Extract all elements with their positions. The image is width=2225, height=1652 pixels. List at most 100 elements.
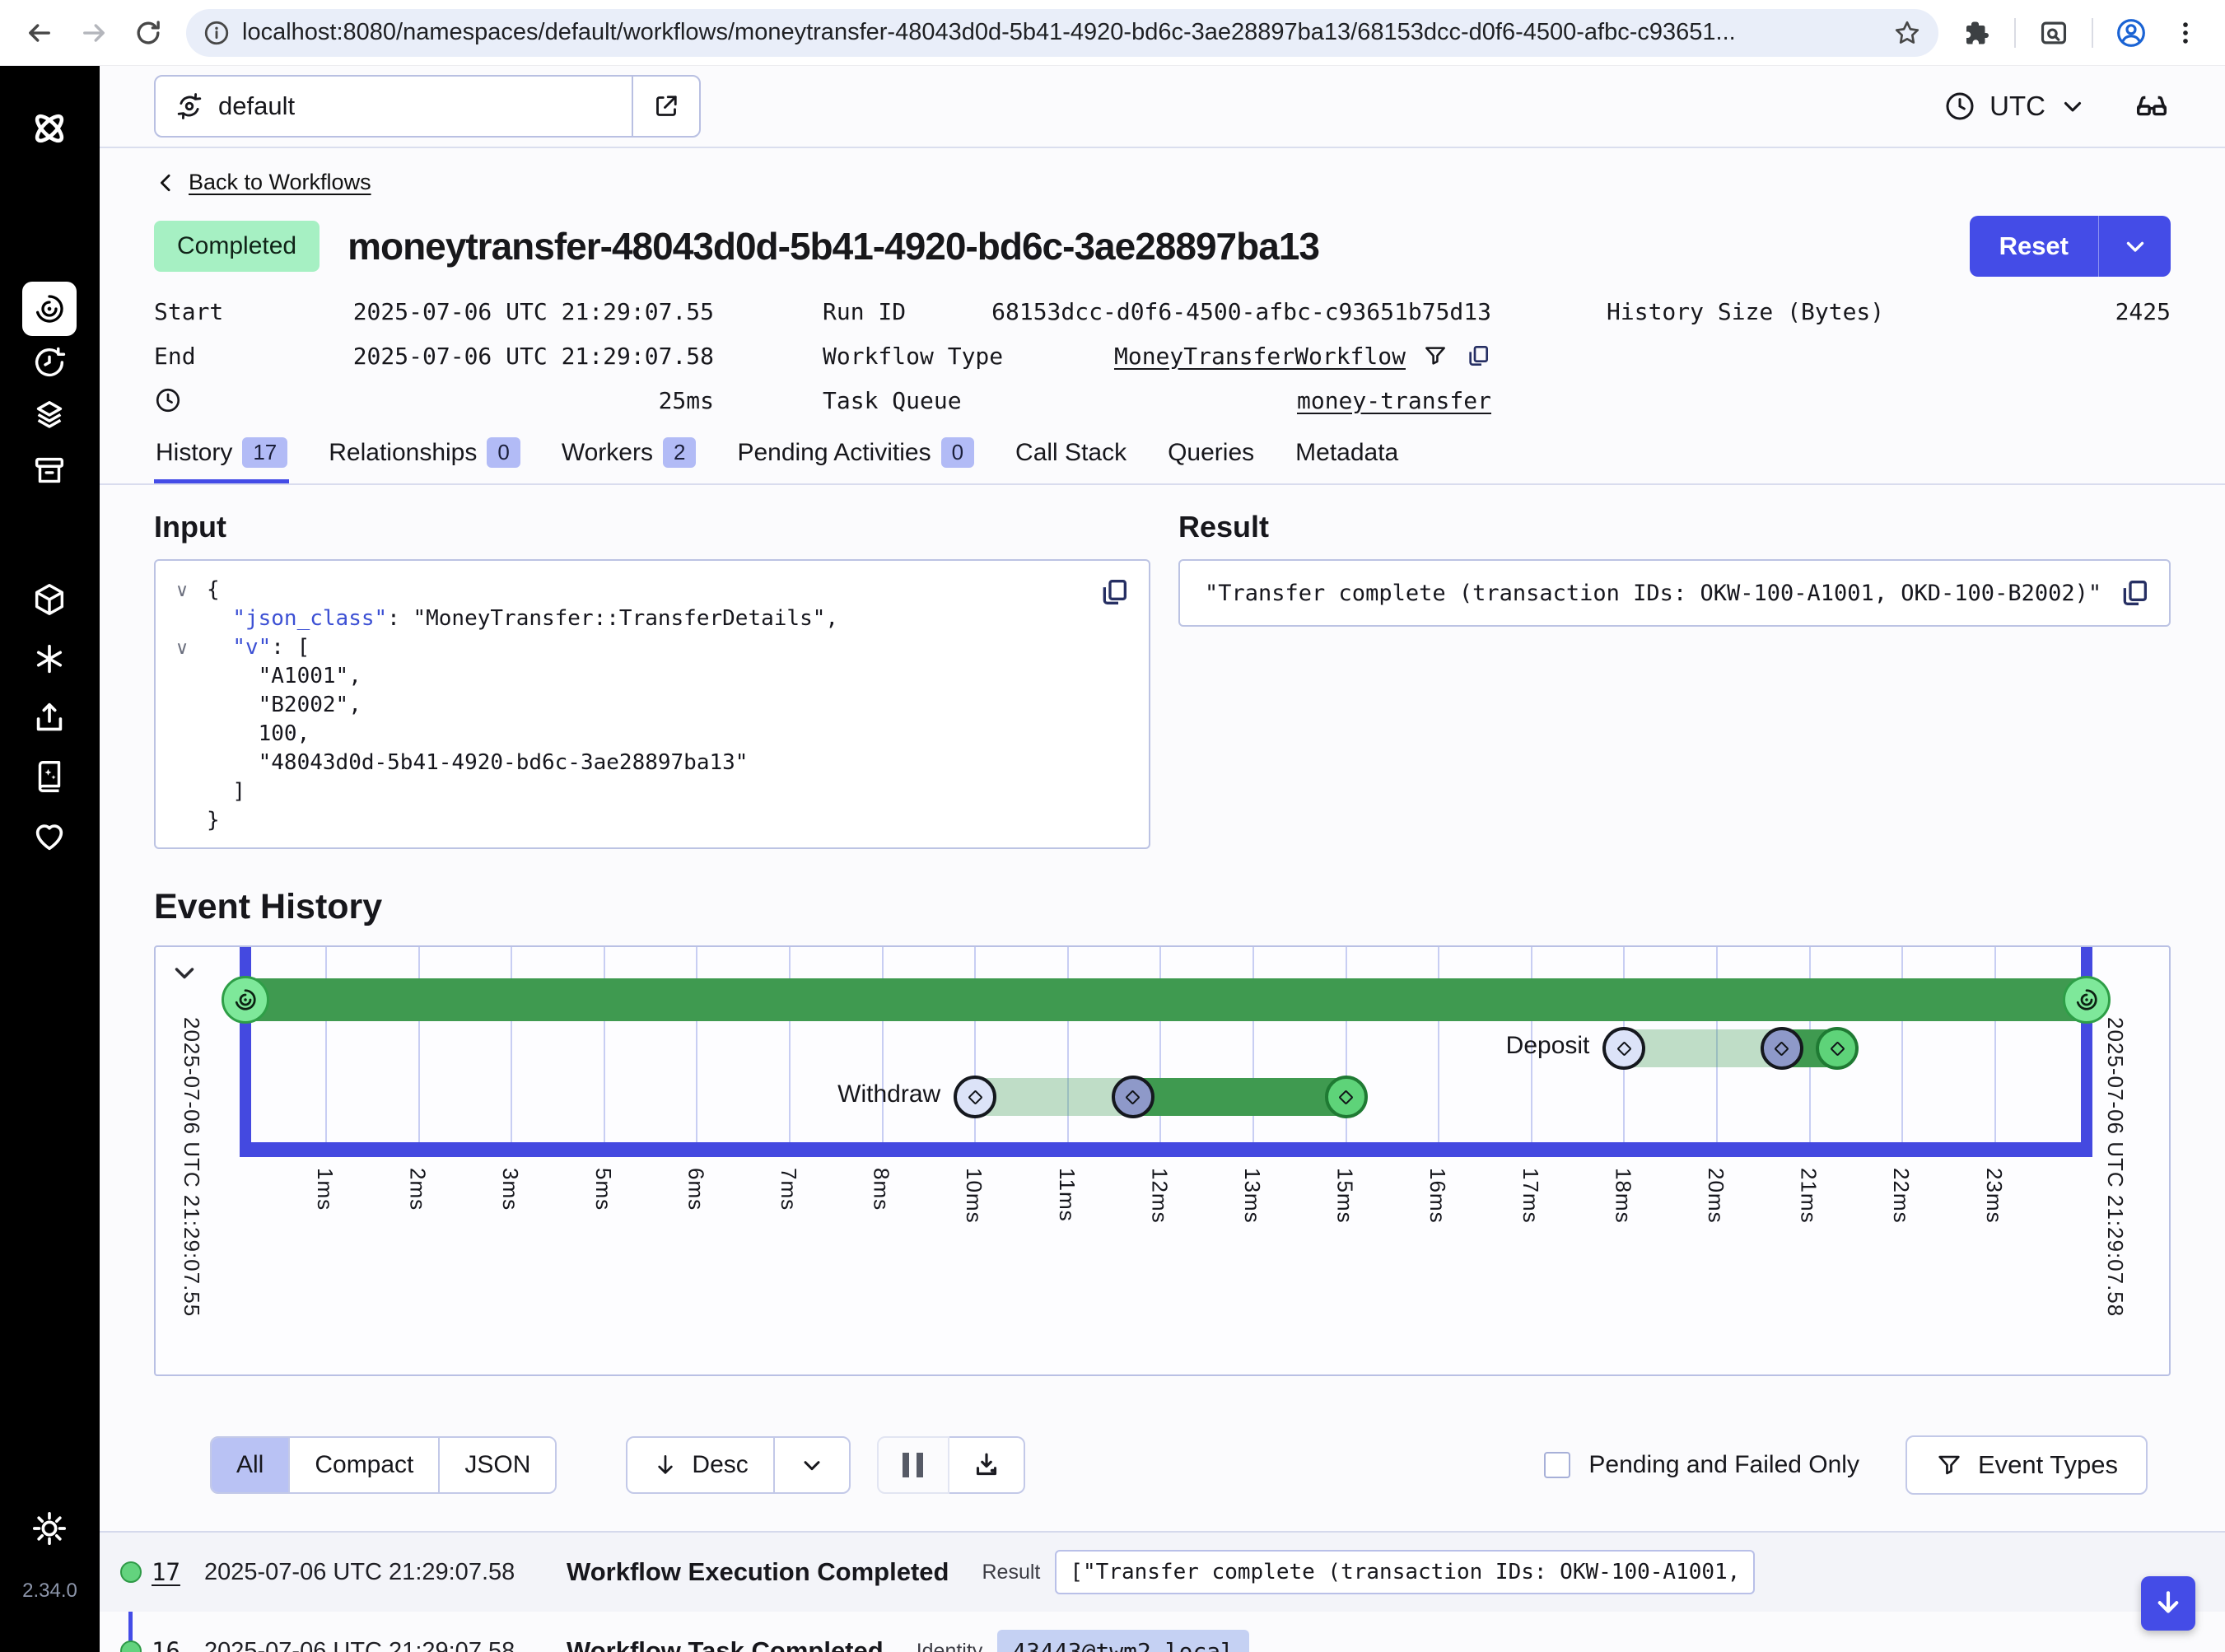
code-line: ∨{ [175,576,1129,604]
sort-desc-button[interactable]: Desc [627,1438,772,1492]
address-bar[interactable]: localhost:8080/namespaces/default/workfl… [186,9,1938,57]
app-version: 2.34.0 [0,1580,100,1603]
sidebar-item-archive[interactable] [30,452,68,490]
sidebar-item-stack-layers[interactable] [30,397,68,435]
view-option-json[interactable]: JSON [438,1438,555,1492]
download-history-button[interactable] [949,1436,1025,1494]
clock-icon [1943,90,1976,123]
scroll-to-bottom-button[interactable] [2141,1576,2195,1631]
event-row[interactable]: 16 2025-07-06 UTC 21:29:07.58 Workflow T… [100,1612,2225,1652]
timeline-collapse-chevron-icon[interactable] [169,957,200,988]
profile-icon[interactable] [2115,16,2148,49]
timezone-picker[interactable]: UTC [1943,90,2087,123]
diamond-icon [1616,1041,1631,1056]
copy-icon[interactable] [1465,343,1491,369]
collapse-chevron-icon[interactable]: ∨ [175,576,207,604]
namespace-external-link-icon[interactable] [632,77,699,136]
namespace-selector-main[interactable]: default [156,91,632,122]
event-detail-value: ["Transfer complete (transaction IDs: OK… [1055,1550,1755,1594]
start-value: 2025-07-06 UTC 21:29:07.55 [353,298,714,325]
timeline-gridline [511,947,512,1144]
pending-failed-only-checkbox[interactable] [1544,1452,1570,1478]
timeline-tick-label: 17ms [1518,1168,1543,1224]
tab-workers[interactable]: Workers2 [560,431,698,483]
copy-icon[interactable] [2118,576,2151,609]
activity-scheduled-marker[interactable] [1602,1027,1645,1070]
activity-completed-marker[interactable] [1325,1076,1368,1118]
workflow-end-marker[interactable] [2063,976,2111,1024]
browser-reload-icon[interactable] [132,16,165,49]
theme-sun-icon[interactable] [30,1510,68,1547]
chevron-down-icon [799,1452,825,1478]
timeline-gridline [696,947,697,1144]
pending-failed-only-label[interactable]: Pending and Failed Only [1588,1451,1859,1479]
activity-scheduled-marker[interactable] [954,1076,996,1118]
activity-started-marker[interactable] [1112,1076,1154,1118]
timezone-label: UTC [1989,91,2045,122]
code-line: "json_class": "MoneyTransfer::TransferDe… [175,604,1129,633]
sidebar-item-import[interactable] [30,699,68,737]
site-info-icon[interactable] [203,19,231,47]
chevron-down-icon [2059,92,2087,120]
tab-search-panel-icon[interactable] [2037,16,2070,49]
event-types-button[interactable]: Event Types [1905,1435,2148,1495]
tab-queries[interactable]: Queries [1166,431,1256,483]
timeline-tick-label: 12ms [1146,1168,1172,1224]
chevron-down-icon [2121,232,2149,260]
browser-forward-icon[interactable] [77,16,110,49]
extensions-icon[interactable] [1960,16,1993,49]
timeline-gridline [882,947,884,1144]
browser-menu-icon[interactable] [2169,16,2202,49]
input-code-block: ∨{ "json_class": "MoneyTransfer::Transfe… [154,559,1150,849]
namespace-selector[interactable]: default [154,75,701,138]
workflow-execution-bar [245,978,2087,1021]
timeline-gridline [604,947,605,1144]
tab-metadata[interactable]: Metadata [1294,431,1400,483]
tab-pending-activities[interactable]: Pending Activities0 [735,431,976,483]
view-option-compact[interactable]: Compact [288,1438,438,1492]
code-line: ] [175,777,1129,806]
labs-glasses-icon[interactable] [2133,87,2171,125]
event-id-link[interactable]: 17 [152,1558,204,1586]
bookmark-star-icon[interactable] [1892,18,1922,48]
activity-started-marker[interactable] [1761,1027,1803,1070]
reset-menu-caret[interactable] [2098,216,2171,277]
view-option-all[interactable]: All [212,1438,288,1492]
code-line: ∨ "v": [ [175,633,1129,662]
event-row[interactable]: 17 2025-07-06 UTC 21:29:07.58 Workflow E… [100,1533,2225,1612]
event-detail-label: Result [982,1561,1040,1584]
event-id-link[interactable]: 16 [152,1637,204,1652]
copy-icon[interactable] [1098,576,1131,609]
event-status-dot [120,1640,142,1652]
sidebar-item-asterisk[interactable] [30,640,68,678]
sidebar-item-cube[interactable] [30,581,68,618]
workflow-type-link[interactable]: MoneyTransferWorkflow [1114,343,1406,370]
temporal-logo-icon[interactable] [28,107,71,150]
pause-button[interactable] [877,1436,949,1494]
tab-call-stack[interactable]: Call Stack [1014,431,1128,483]
browser-chrome: localhost:8080/namespaces/default/workfl… [0,0,2225,66]
back-to-workflows-link[interactable]: Back to Workflows [154,148,371,195]
diamond-icon [1125,1090,1140,1104]
tab-relationships[interactable]: Relationships0 [327,431,522,483]
reset-button[interactable]: Reset [1970,216,2098,277]
timeline-gridline [1994,947,1996,1144]
workflow-tabs: History17 Relationships0 Workers2 Pending A… [154,431,2171,483]
workflow-start-marker[interactable] [222,976,269,1024]
filter-funnel-icon[interactable] [1422,343,1448,369]
diamond-icon [1338,1090,1353,1104]
collapse-chevron-icon[interactable]: ∨ [175,633,207,662]
event-detail-label: Identity [917,1640,983,1652]
event-types-label: Event Types [1978,1450,2118,1480]
browser-back-icon[interactable] [23,16,56,49]
tab-history[interactable]: History17 [154,431,289,483]
activity-completed-marker[interactable] [1816,1027,1859,1070]
sidebar-item-schedules[interactable] [30,343,68,381]
sidebar-item-feedback-heart[interactable] [30,817,68,855]
sidebar-item-docs-book[interactable] [30,758,68,796]
tab-label: Pending Activities [737,439,931,467]
event-history-heading: Event History [154,887,2171,927]
sort-menu-caret[interactable] [773,1438,849,1492]
sidebar-item-workflows[interactable] [22,282,77,336]
task-queue-link[interactable]: money-transfer [1297,387,1491,414]
